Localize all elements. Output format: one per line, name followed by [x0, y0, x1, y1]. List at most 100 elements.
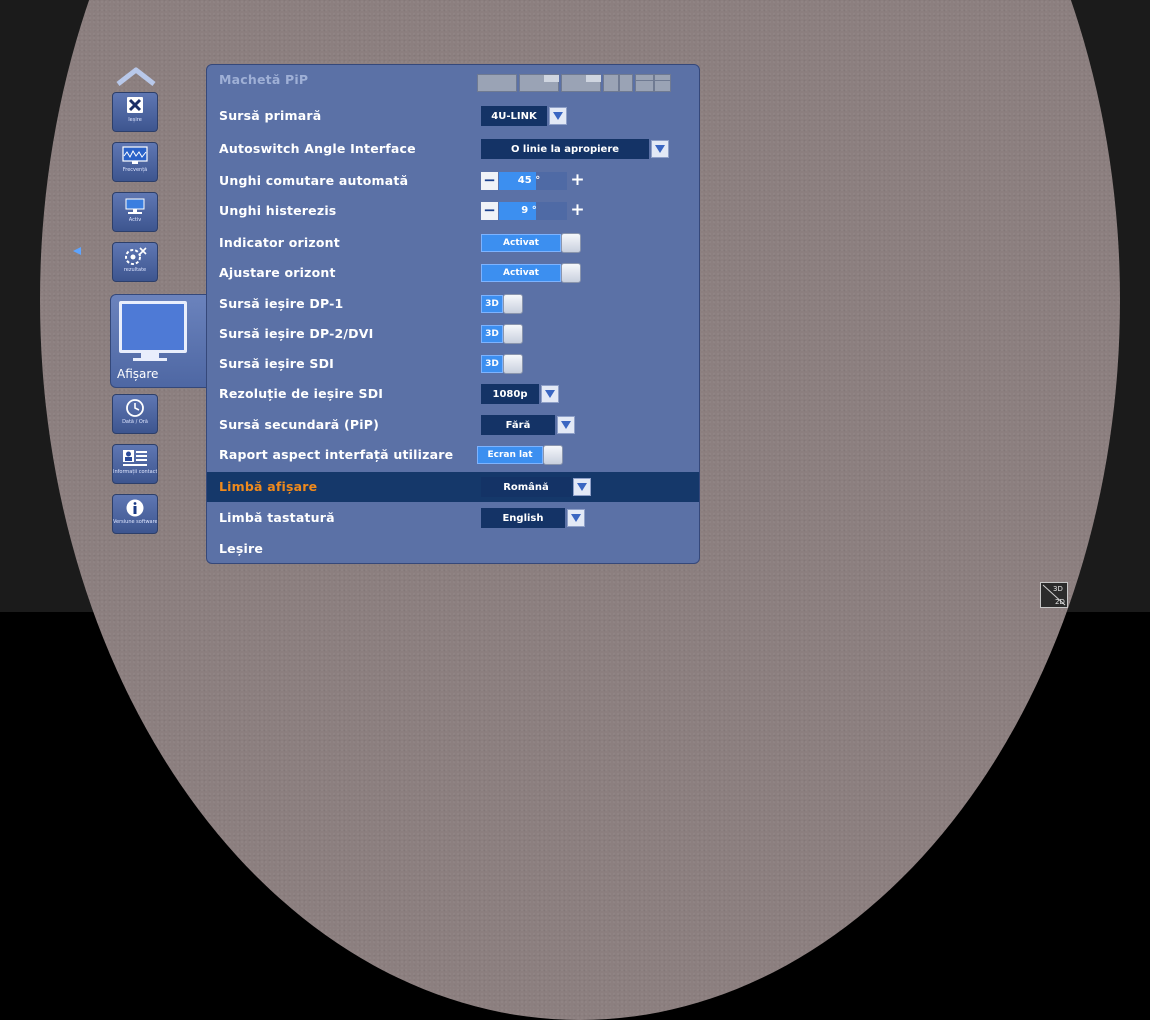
sdi-resolution-dropdown[interactable]: 1080p	[481, 384, 559, 404]
primary-source-dropdown[interactable]: 4U-LINK	[481, 106, 567, 126]
menu-row-ui-aspect[interactable]: Raport aspect interfață utilizare Ecran …	[207, 440, 699, 470]
toggle-knob[interactable]	[503, 294, 523, 314]
nav-frequency-button[interactable]: Frecvență	[112, 142, 158, 182]
toggle-knob[interactable]	[503, 354, 523, 374]
menu-row-label: Raport aspect interfață utilizare	[219, 447, 454, 462]
dropdown-value: Fără	[481, 415, 555, 435]
menu-row-secondary-source[interactable]: Sursă secundară (PiP) Fără	[207, 410, 699, 440]
menu-row-primary-source[interactable]: Sursă primară 4U-LINK	[207, 101, 699, 131]
nav-exit-button[interactable]: Ieșire	[112, 92, 158, 132]
toggle-state: 3D	[481, 325, 503, 343]
pip-layout-option	[477, 74, 517, 92]
menu-row-horizon-indicator[interactable]: Indicator orizont Activat	[207, 228, 699, 258]
menu-row-horizon-adjust[interactable]: Ajustare orizont Activat	[207, 258, 699, 288]
toggle-knob[interactable]	[503, 324, 523, 344]
close-x-icon	[127, 97, 143, 113]
nav-label: rezultate	[123, 267, 147, 273]
menu-row-label: Sursă ieșire SDI	[219, 356, 335, 371]
menu-row-label: Sursă primară	[219, 108, 322, 123]
menu-row-exit[interactable]: Leșire	[207, 534, 699, 563]
menu-row-dp2-output[interactable]: Sursă ieșire DP-2/DVI 3D	[207, 319, 699, 349]
settings-network-icon	[125, 247, 147, 265]
dropdown-arrow-icon[interactable]	[557, 416, 575, 434]
menu-row-autoswitch[interactable]: Autoswitch Angle Interface O linie la ap…	[207, 134, 699, 164]
menu-row-label: Sursă ieșire DP-2/DVI	[219, 326, 374, 341]
dropdown-value: Română	[481, 477, 571, 497]
network-icon	[125, 198, 145, 214]
menu-row-label: Indicator orizont	[219, 235, 340, 250]
menu-row-hysteresis-angle[interactable]: Unghi histerezis − 9 ° +	[207, 196, 699, 226]
display-language-dropdown[interactable]: Română	[481, 477, 591, 497]
horizon-indicator-toggle[interactable]: Activat	[481, 233, 581, 254]
nav-pointer-arrow-icon	[73, 247, 81, 255]
nav-datetime-button[interactable]: Dată / Oră	[112, 394, 158, 434]
menu-row-label: Leșire	[219, 541, 264, 556]
contact-card-icon	[123, 450, 147, 466]
menu-row-label: Limbă afișare	[219, 479, 318, 494]
dropdown-arrow-icon[interactable]	[573, 478, 591, 496]
toggle-state: Activat	[481, 264, 561, 282]
nav-label: Ieșire	[128, 117, 142, 123]
menu-row-sdi-resolution[interactable]: Rezoluție de ieșire SDI 1080p	[207, 379, 699, 409]
pip-layout-option	[519, 74, 559, 92]
toggle-knob[interactable]	[561, 233, 581, 253]
ui-aspect-toggle[interactable]: Ecran lat	[477, 445, 563, 466]
pip-layout-option	[635, 74, 671, 92]
menu-row-display-language[interactable]: Limbă afișare Română	[207, 472, 699, 502]
nav-software-button[interactable]: Versiune software	[112, 494, 158, 534]
hysteresis-angle-stepper[interactable]: − 9 ° +	[481, 202, 593, 221]
nav-results-button[interactable]: rezultate	[112, 242, 158, 282]
auto-switch-angle-stepper[interactable]: − 45 ° +	[481, 172, 593, 191]
3d-2d-toggle-icon[interactable]: 3D 2D	[1040, 582, 1068, 608]
info-icon	[126, 499, 144, 517]
menu-row-label: Sursă ieșire DP-1	[219, 296, 344, 311]
toggle-knob[interactable]	[543, 445, 563, 465]
dp2-output-toggle[interactable]: 3D	[481, 324, 523, 345]
dp1-output-toggle[interactable]: 3D	[481, 294, 523, 315]
display-settings-panel: Machetă PiP Sursă primară 4U-LINK Autosw…	[206, 64, 700, 564]
horizon-adjust-toggle[interactable]: Activat	[481, 263, 581, 284]
nav-label: Versiune software	[113, 519, 157, 525]
toggle-state: Ecran lat	[477, 446, 543, 464]
dropdown-arrow-icon[interactable]	[567, 509, 585, 527]
sdi-output-toggle[interactable]: 3D	[481, 354, 523, 375]
toggle-knob[interactable]	[561, 263, 581, 283]
dropdown-arrow-icon[interactable]	[651, 140, 669, 158]
menu-row-label: Limbă tastatură	[219, 510, 335, 525]
menu-row-keyboard-language[interactable]: Limbă tastatură English	[207, 503, 699, 533]
decrease-button[interactable]: −	[481, 202, 498, 220]
nav-active-button[interactable]: Activ	[112, 192, 158, 232]
toggle-state: 3D	[481, 295, 503, 313]
scroll-up-arrow-icon[interactable]	[116, 66, 156, 86]
autoswitch-dropdown[interactable]: O linie la apropiere	[481, 139, 669, 159]
nav-contact-button[interactable]: Informații contact	[112, 444, 158, 484]
increase-button[interactable]: +	[569, 202, 586, 220]
keyboard-language-dropdown[interactable]: English	[481, 508, 585, 528]
nav-label: Afișare	[117, 367, 159, 381]
secondary-source-dropdown[interactable]: Fără	[481, 415, 575, 435]
menu-row-label: Machetă PiP	[219, 72, 309, 87]
nav-display-button[interactable]: Afișare	[110, 294, 210, 388]
nav-label: Dată / Oră	[122, 419, 148, 425]
dropdown-value: 1080p	[481, 384, 539, 404]
frequency-icon	[122, 146, 148, 164]
nav-label: Activ	[128, 217, 142, 223]
pip-layout-option	[561, 74, 601, 92]
menu-row-label: Sursă secundară (PiP)	[219, 417, 379, 432]
menu-row-dp1-output[interactable]: Sursă ieșire DP-1 3D	[207, 289, 699, 319]
dropdown-value: English	[481, 508, 565, 528]
monitor-icon	[119, 301, 187, 353]
toggle-state: 3D	[481, 355, 503, 373]
pip-layout-option	[603, 74, 633, 92]
menu-row-sdi-output[interactable]: Sursă ieșire SDI 3D	[207, 349, 699, 379]
menu-row-label: Rezoluție de ieșire SDI	[219, 386, 384, 401]
dropdown-value: 4U-LINK	[481, 106, 547, 126]
corner-bottom-label: 2D	[1055, 598, 1065, 606]
menu-row-auto-switch-angle[interactable]: Unghi comutare automată − 45 ° +	[207, 166, 699, 196]
increase-button[interactable]: +	[569, 172, 586, 190]
corner-top-label: 3D	[1053, 585, 1063, 593]
dropdown-arrow-icon[interactable]	[549, 107, 567, 125]
dropdown-arrow-icon[interactable]	[541, 385, 559, 403]
toggle-state: Activat	[481, 234, 561, 252]
decrease-button[interactable]: −	[481, 172, 498, 190]
